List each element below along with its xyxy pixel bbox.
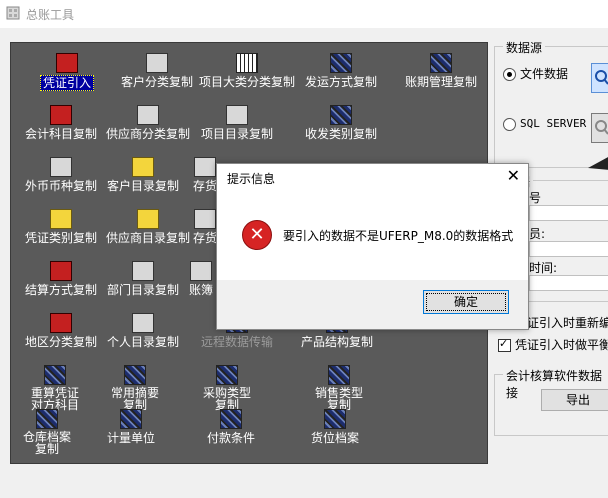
error-icon: ✕: [242, 220, 272, 250]
dialog-overlay: 提示信息 ✕ ✕ 要引入的数据不是UFERP_M8.0的数据格式 确定: [0, 0, 608, 498]
message-dialog: 提示信息 ✕ ✕ 要引入的数据不是UFERP_M8.0的数据格式 确定: [216, 163, 529, 330]
ok-button[interactable]: 确定: [423, 290, 509, 314]
ok-button-focus: [426, 293, 506, 311]
dialog-title: 提示信息: [227, 172, 276, 186]
dialog-footer: 确定: [217, 280, 528, 329]
dialog-body: ✕ 要引入的数据不是UFERP_M8.0的数据格式: [217, 192, 528, 280]
dialog-message: 要引入的数据不是UFERP_M8.0的数据格式: [283, 229, 514, 243]
close-icon[interactable]: ✕: [507, 166, 520, 185]
